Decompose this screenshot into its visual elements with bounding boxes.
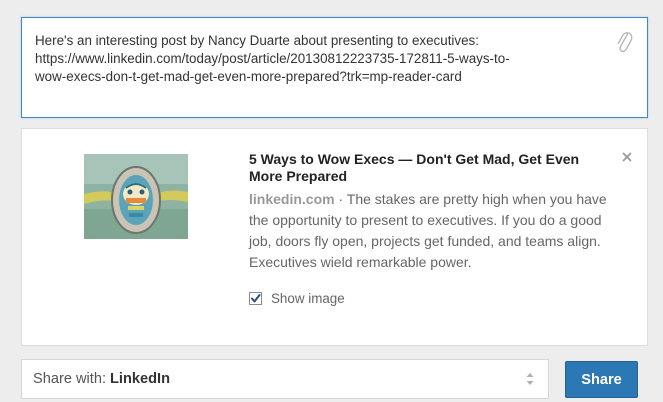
message-line-2: https://www.linkedin.com/today/post/arti… (35, 51, 510, 66)
link-preview-card: 5 Ways to Wow Execs — Don't Get Mad, Get… (21, 128, 648, 346)
select-arrows-icon (526, 373, 534, 385)
message-line-1: Here's an interesting post by Nancy Duar… (35, 33, 479, 48)
share-with-value: LinkedIn (110, 371, 171, 387)
share-composer: Here's an interesting post by Nancy Duar… (0, 0, 663, 402)
share-with-label: Share with: (33, 371, 107, 387)
paperclip-icon[interactable] (615, 28, 633, 54)
show-image-label: Show image (271, 290, 345, 306)
article-thumbnail[interactable] (84, 154, 188, 239)
preview-source-domain: linkedin.com (249, 191, 335, 207)
close-icon[interactable] (622, 152, 632, 162)
show-image-checkbox[interactable] (249, 291, 262, 305)
share-with-select[interactable]: Share with: LinkedIn (21, 359, 549, 399)
share-footer: Share with: LinkedIn Share (0, 352, 663, 402)
show-image-toggle[interactable]: Show image (249, 290, 345, 306)
share-message-input[interactable]: Here's an interesting post by Nancy Duar… (21, 17, 648, 118)
preview-title[interactable]: 5 Ways to Wow Execs — Don't Get Mad, Get… (249, 151, 594, 185)
preview-description: linkedin.com · The stakes are pretty hig… (249, 189, 619, 273)
message-line-3: wow-execs-don-t-get-mad-get-even-more-pr… (35, 69, 462, 84)
share-button[interactable]: Share (565, 361, 638, 398)
checkmark-icon (251, 293, 261, 302)
